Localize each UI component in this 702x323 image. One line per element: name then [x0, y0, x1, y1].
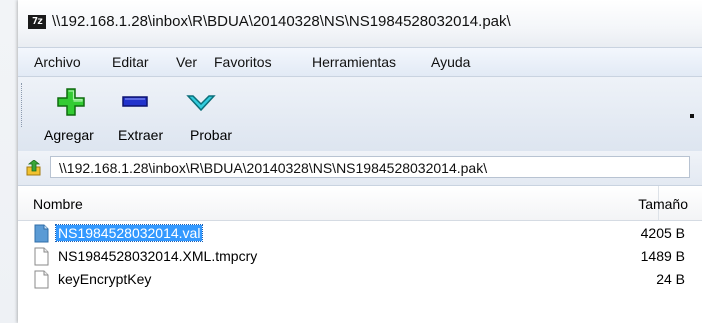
file-icon	[34, 270, 49, 289]
file-row[interactable]: keyEncryptKey 24 B	[18, 269, 702, 291]
file-icon	[34, 247, 49, 266]
menu-editar[interactable]: Editar	[112, 54, 149, 70]
menu-bar: Archivo Editar Ver Favoritos Herramienta…	[18, 47, 702, 77]
extract-label: Extraer	[118, 127, 164, 143]
column-header: Nombre Tamaño	[18, 186, 702, 221]
test-button[interactable]: Probar	[170, 83, 234, 145]
file-name: NS1984528032014.XML.tmpcry	[58, 248, 258, 264]
app-icon: 7z	[28, 15, 46, 29]
cursor-mark	[690, 114, 694, 118]
address-input[interactable]: \\192.168.1.28\inbox\R\BDUA\20140328\NS\…	[50, 156, 690, 178]
file-list: Nombre Tamaño NS1984528032014.val 4205 B…	[18, 186, 702, 323]
column-size-header[interactable]: Tamaño	[638, 196, 688, 212]
sevenzip-window: 7z \\192.168.1.28\inbox\R\BDUA\20140328\…	[18, 0, 702, 323]
menu-ayuda[interactable]: Ayuda	[431, 54, 470, 70]
toolbar-grip[interactable]	[21, 83, 25, 127]
file-size: 1489 B	[640, 248, 685, 264]
file-icon	[34, 224, 49, 243]
menu-ver[interactable]: Ver	[176, 54, 197, 70]
check-icon	[186, 95, 216, 112]
toolbar: Agregar Extraer Probar	[18, 77, 702, 151]
file-size: 24 B	[656, 271, 685, 287]
menu-herramientas[interactable]: Herramientas	[312, 54, 396, 70]
file-size: 4205 B	[640, 225, 685, 241]
extract-button[interactable]: Extraer	[102, 83, 168, 145]
address-path: \\192.168.1.28\inbox\R\BDUA\20140328\NS\…	[59, 160, 488, 176]
file-name: NS1984528032014.val	[54, 224, 204, 242]
folder-up-icon[interactable]	[26, 160, 42, 176]
minus-icon	[122, 96, 148, 107]
title-bar[interactable]: 7z \\192.168.1.28\inbox\R\BDUA\20140328\…	[18, 0, 702, 47]
plus-icon	[57, 88, 85, 116]
test-label: Probar	[190, 127, 233, 143]
menu-archivo[interactable]: Archivo	[34, 54, 81, 70]
file-row[interactable]: NS1984528032014.XML.tmpcry 1489 B	[18, 246, 702, 268]
column-name-header[interactable]: Nombre	[33, 196, 83, 212]
address-bar: \\192.168.1.28\inbox\R\BDUA\20140328\NS\…	[18, 151, 702, 186]
file-row[interactable]: NS1984528032014.val 4205 B	[18, 223, 702, 245]
menu-favoritos[interactable]: Favoritos	[214, 54, 272, 70]
add-button[interactable]: Agregar	[32, 83, 100, 145]
window-title: \\192.168.1.28\inbox\R\BDUA\20140328\NS\…	[52, 13, 511, 30]
file-name: keyEncryptKey	[58, 271, 152, 287]
add-label: Agregar	[44, 127, 94, 143]
